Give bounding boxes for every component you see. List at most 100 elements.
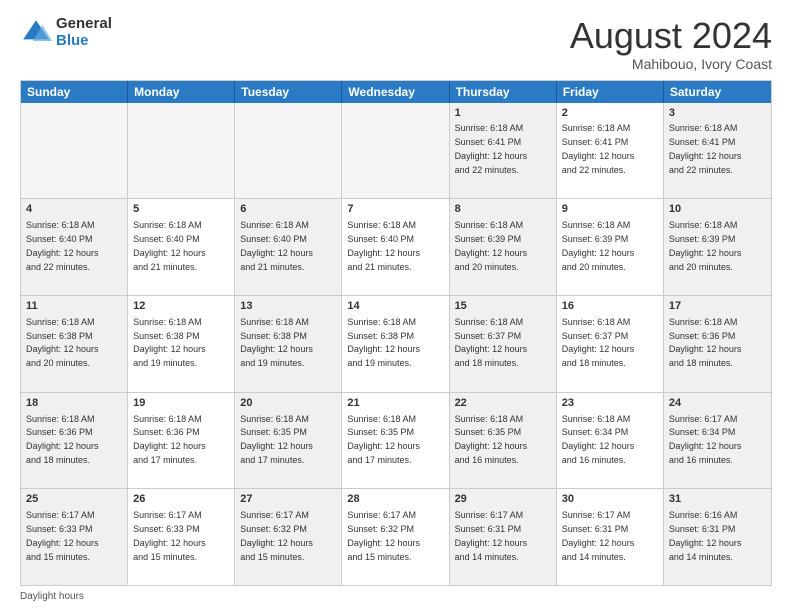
day-info: Sunrise: 6:18 AM Sunset: 6:36 PM Dayligh… xyxy=(669,317,742,368)
day-number: 5 xyxy=(133,202,229,217)
calendar-cell: 3 Sunrise: 6:18 AM Sunset: 6:41 PM Daylig… xyxy=(664,103,771,199)
day-info: Sunrise: 6:17 AM Sunset: 6:33 PM Dayligh… xyxy=(133,510,206,561)
calendar-cell: 13Sunrise: 6:18 AM Sunset: 6:38 PM Dayli… xyxy=(235,296,342,392)
day-number: 16 xyxy=(562,299,658,314)
calendar-row-2: 4Sunrise: 6:18 AM Sunset: 6:40 PM Daylig… xyxy=(21,198,771,295)
calendar-cell: 31 Sunrise: 6:16 AM Sunset: 6:31 PM Dayli… xyxy=(664,489,771,585)
day-info: Sunrise: 6:18 AM Sunset: 6:37 PM Dayligh… xyxy=(455,317,528,368)
calendar-cell: 24Sunrise: 6:17 AM Sunset: 6:34 PM Dayli… xyxy=(664,393,771,489)
logo-blue: Blue xyxy=(56,33,112,50)
header-day-wednesday: Wednesday xyxy=(342,81,449,103)
day-number: 27 xyxy=(240,492,336,507)
calendar-cell: 23Sunrise: 6:18 AM Sunset: 6:34 PM Dayli… xyxy=(557,393,664,489)
calendar-cell xyxy=(342,103,449,199)
calendar: SundayMondayTuesdayWednesdayThursdayFrid… xyxy=(20,80,772,586)
calendar-cell: 14 Sunrise: 6:18 AM Sunset: 6:38 PM Dayli… xyxy=(342,296,449,392)
day-info: Sunrise: 6:17 AM Sunset: 6:32 PM Dayligh… xyxy=(240,510,313,561)
calendar-cell: 16Sunrise: 6:18 AM Sunset: 6:37 PM Dayli… xyxy=(557,296,664,392)
header-day-sunday: Sunday xyxy=(21,81,128,103)
day-number: 12 xyxy=(133,299,229,314)
header-day-saturday: Saturday xyxy=(664,81,771,103)
calendar-row-5: 25 Sunrise: 6:17 AM Sunset: 6:33 PM Dayli… xyxy=(21,488,771,585)
calendar-cell: 15 Sunrise: 6:18 AM Sunset: 6:37 PM Dayli… xyxy=(450,296,557,392)
day-info: Sunrise: 6:18 AM Sunset: 6:41 PM Dayligh… xyxy=(455,123,528,174)
calendar-cell: 7 Sunrise: 6:18 AM Sunset: 6:40 PM Daylig… xyxy=(342,199,449,295)
day-number: 23 xyxy=(562,396,658,411)
calendar-header: SundayMondayTuesdayWednesdayThursdayFrid… xyxy=(21,81,771,103)
calendar-cell: 18Sunrise: 6:18 AM Sunset: 6:36 PM Dayli… xyxy=(21,393,128,489)
calendar-cell: 17Sunrise: 6:18 AM Sunset: 6:36 PM Dayli… xyxy=(664,296,771,392)
calendar-cell: 2 Sunrise: 6:18 AM Sunset: 6:41 PM Daylig… xyxy=(557,103,664,199)
calendar-cell: 5Sunrise: 6:18 AM Sunset: 6:40 PM Daylig… xyxy=(128,199,235,295)
day-info: Sunrise: 6:18 AM Sunset: 6:40 PM Dayligh… xyxy=(240,220,313,271)
day-info: Sunrise: 6:18 AM Sunset: 6:40 PM Dayligh… xyxy=(347,220,420,271)
day-info: Sunrise: 6:18 AM Sunset: 6:35 PM Dayligh… xyxy=(240,414,313,465)
day-number: 9 xyxy=(562,202,658,217)
day-info: Sunrise: 6:16 AM Sunset: 6:31 PM Dayligh… xyxy=(669,510,742,561)
day-info: Sunrise: 6:18 AM Sunset: 6:39 PM Dayligh… xyxy=(562,220,635,271)
day-info: Sunrise: 6:18 AM Sunset: 6:38 PM Dayligh… xyxy=(26,317,99,368)
calendar-cell: 11 Sunrise: 6:18 AM Sunset: 6:38 PM Dayli… xyxy=(21,296,128,392)
day-info: Sunrise: 6:18 AM Sunset: 6:40 PM Dayligh… xyxy=(26,220,99,271)
logo-text: General Blue xyxy=(56,16,112,49)
calendar-cell: 28Sunrise: 6:17 AM Sunset: 6:32 PM Dayli… xyxy=(342,489,449,585)
day-number: 19 xyxy=(133,396,229,411)
day-info: Sunrise: 6:18 AM Sunset: 6:39 PM Dayligh… xyxy=(669,220,742,271)
day-number: 31 xyxy=(669,492,766,507)
day-number: 22 xyxy=(455,396,551,411)
day-info: Sunrise: 6:17 AM Sunset: 6:31 PM Dayligh… xyxy=(455,510,528,561)
day-number: 28 xyxy=(347,492,443,507)
calendar-cell xyxy=(128,103,235,199)
footer: Daylight hours xyxy=(20,591,772,602)
day-info: Sunrise: 6:18 AM Sunset: 6:38 PM Dayligh… xyxy=(240,317,313,368)
logo: General Blue xyxy=(20,16,112,49)
calendar-cell: 10 Sunrise: 6:18 AM Sunset: 6:39 PM Dayli… xyxy=(664,199,771,295)
calendar-cell: 30Sunrise: 6:17 AM Sunset: 6:31 PM Dayli… xyxy=(557,489,664,585)
day-number: 10 xyxy=(669,202,766,217)
calendar-cell: 19 Sunrise: 6:18 AM Sunset: 6:36 PM Dayli… xyxy=(128,393,235,489)
calendar-cell xyxy=(235,103,342,199)
calendar-row-1: 1 Sunrise: 6:18 AM Sunset: 6:41 PM Daylig… xyxy=(21,103,771,199)
day-number: 29 xyxy=(455,492,551,507)
day-info: Sunrise: 6:18 AM Sunset: 6:35 PM Dayligh… xyxy=(455,414,528,465)
header-day-friday: Friday xyxy=(557,81,664,103)
calendar-cell xyxy=(21,103,128,199)
day-number: 26 xyxy=(133,492,229,507)
day-number: 6 xyxy=(240,202,336,217)
calendar-cell: 29 Sunrise: 6:17 AM Sunset: 6:31 PM Dayli… xyxy=(450,489,557,585)
calendar-cell: 25 Sunrise: 6:17 AM Sunset: 6:33 PM Dayli… xyxy=(21,489,128,585)
day-info: Sunrise: 6:18 AM Sunset: 6:39 PM Dayligh… xyxy=(455,220,528,271)
day-number: 3 xyxy=(669,106,766,121)
day-number: 7 xyxy=(347,202,443,217)
day-info: Sunrise: 6:18 AM Sunset: 6:41 PM Dayligh… xyxy=(562,123,635,174)
calendar-cell: 9 Sunrise: 6:18 AM Sunset: 6:39 PM Daylig… xyxy=(557,199,664,295)
day-number: 1 xyxy=(455,106,551,121)
location-subtitle: Mahibouo, Ivory Coast xyxy=(570,56,772,72)
page: General Blue August 2024 Mahibouo, Ivory… xyxy=(0,0,792,612)
calendar-cell: 26 Sunrise: 6:17 AM Sunset: 6:33 PM Dayli… xyxy=(128,489,235,585)
day-info: Sunrise: 6:18 AM Sunset: 6:38 PM Dayligh… xyxy=(347,317,420,368)
day-number: 15 xyxy=(455,299,551,314)
calendar-cell: 27 Sunrise: 6:17 AM Sunset: 6:32 PM Dayli… xyxy=(235,489,342,585)
day-number: 20 xyxy=(240,396,336,411)
day-info: Sunrise: 6:17 AM Sunset: 6:33 PM Dayligh… xyxy=(26,510,99,561)
day-number: 11 xyxy=(26,299,122,314)
day-info: Sunrise: 6:18 AM Sunset: 6:36 PM Dayligh… xyxy=(133,414,206,465)
logo-icon xyxy=(20,17,52,49)
day-number: 14 xyxy=(347,299,443,314)
logo-general: General xyxy=(56,16,112,33)
day-number: 2 xyxy=(562,106,658,121)
calendar-cell: 21Sunrise: 6:18 AM Sunset: 6:35 PM Dayli… xyxy=(342,393,449,489)
header-day-thursday: Thursday xyxy=(450,81,557,103)
header: General Blue August 2024 Mahibouo, Ivory… xyxy=(20,16,772,72)
calendar-cell: 8 Sunrise: 6:18 AM Sunset: 6:39 PM Daylig… xyxy=(450,199,557,295)
calendar-row-3: 11 Sunrise: 6:18 AM Sunset: 6:38 PM Dayli… xyxy=(21,295,771,392)
title-area: August 2024 Mahibouo, Ivory Coast xyxy=(570,16,772,72)
day-number: 8 xyxy=(455,202,551,217)
calendar-cell: 4Sunrise: 6:18 AM Sunset: 6:40 PM Daylig… xyxy=(21,199,128,295)
day-number: 25 xyxy=(26,492,122,507)
header-day-monday: Monday xyxy=(128,81,235,103)
header-day-tuesday: Tuesday xyxy=(235,81,342,103)
day-info: Sunrise: 6:18 AM Sunset: 6:41 PM Dayligh… xyxy=(669,123,742,174)
day-info: Sunrise: 6:18 AM Sunset: 6:38 PM Dayligh… xyxy=(133,317,206,368)
